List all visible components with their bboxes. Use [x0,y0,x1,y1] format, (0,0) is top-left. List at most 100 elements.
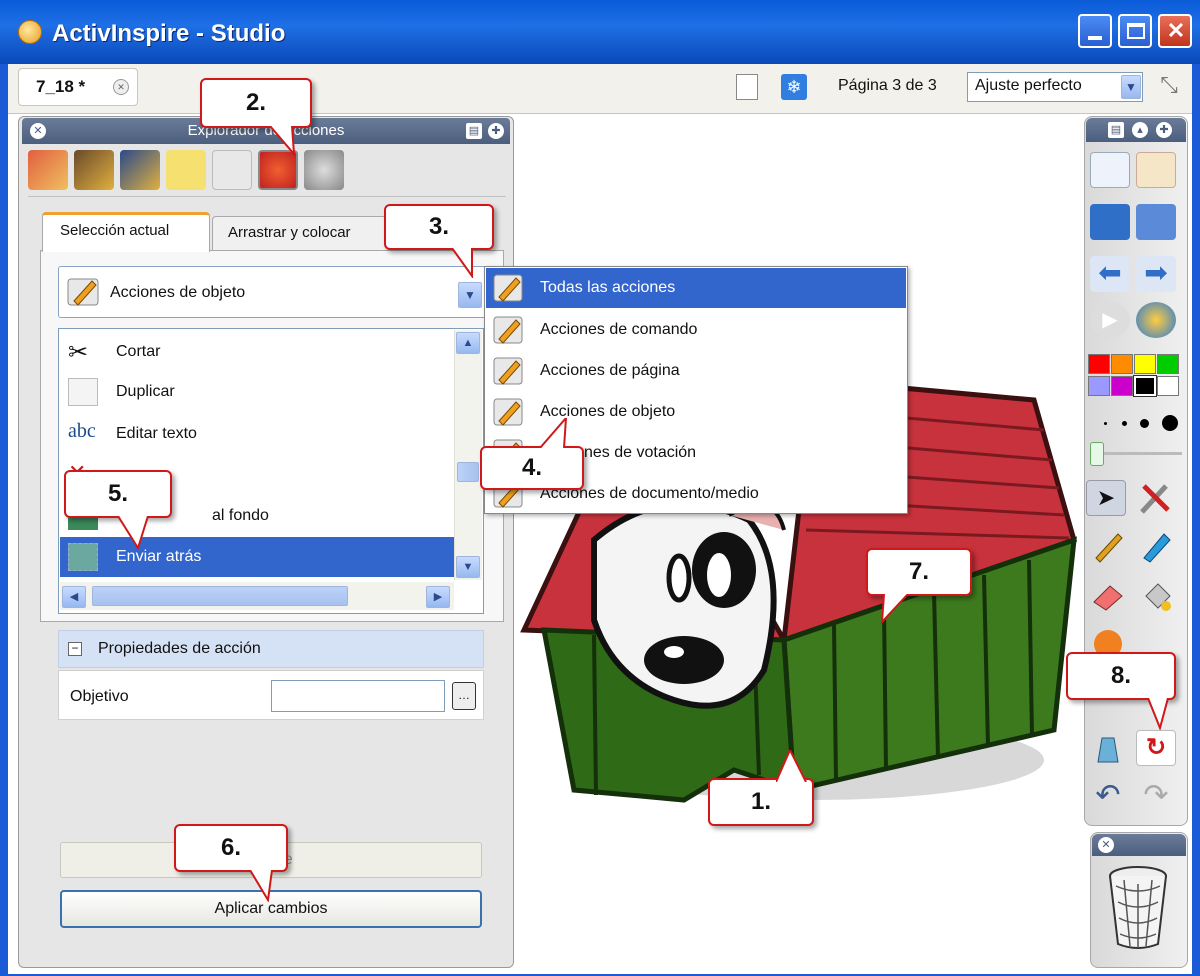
minimize-button[interactable] [1078,14,1112,48]
menu-icon[interactable]: ▤ [1108,122,1124,138]
page-browser-icon[interactable] [28,150,68,190]
callout-4: 4. [480,446,584,490]
highlighter-icon[interactable] [1136,528,1176,564]
browse-button[interactable]: … [452,682,476,710]
color-swatch[interactable] [1111,354,1133,374]
action-browser-icon[interactable] [258,150,298,190]
pen-width-presets[interactable] [1104,415,1184,431]
action-pencil-icon [493,274,523,302]
scroll-thumb[interactable] [457,462,479,482]
action-pencil-icon [493,398,523,426]
fullscreen-icon[interactable]: ⤡ [1152,72,1186,102]
list-item-label: Editar texto [116,425,197,442]
menu-item-page-actions[interactable]: Acciones de página [486,351,906,391]
notes-browser-icon[interactable] [166,150,206,190]
tools-wrench-icon[interactable] [1136,480,1176,516]
pin-icon[interactable]: ✚ [1156,122,1172,138]
duplicate-icon [68,378,98,406]
color-swatch-selected[interactable] [1133,375,1157,397]
fill-icon[interactable] [1136,578,1176,614]
callout-tail [1148,698,1169,730]
list-item-label: Cortar [116,343,161,360]
vertical-scrollbar[interactable] [454,330,482,580]
profile-icon[interactable] [1136,152,1176,188]
pen-width-slider[interactable] [1088,440,1184,468]
send-backward-icon [68,543,98,571]
scroll-up-button[interactable]: ▲ [456,332,480,354]
callout-tail [118,516,149,550]
color-swatch[interactable] [1157,354,1179,374]
arrow-left-icon[interactable]: ⬅ [1090,256,1130,292]
window-title: ActivInspire - Studio [52,20,286,47]
list-item[interactable]: Duplicar [60,372,454,412]
pin-icon[interactable]: ✚ [488,123,504,139]
color-swatch[interactable] [1134,354,1156,374]
close-button[interactable]: ✕ [1158,14,1192,48]
callout-3: 3. [384,204,494,250]
snowflake-icon[interactable]: ❄ [781,74,807,100]
callout-5: 5. [64,470,172,518]
close-icon[interactable]: ✕ [1098,837,1114,853]
menu-item-all-actions[interactable]: Todas las acciones [486,268,906,308]
callout-tail [540,418,568,448]
callout-6: 6. [174,824,288,872]
edit-text-icon: abc [68,420,96,442]
color-swatch[interactable] [1111,376,1133,396]
play-icon[interactable]: ▶ [1090,302,1130,338]
reset-page-icon[interactable]: ↻ [1136,730,1176,766]
action-category-value: Acciones de objeto [110,284,246,301]
scroll-down-button[interactable]: ▼ [456,556,480,578]
callout-tail [880,594,909,624]
list-item[interactable]: ✂ Cortar [60,332,454,372]
arrow-right-icon[interactable]: ➡ [1136,256,1176,292]
target-input[interactable] [271,680,445,712]
undo-icon[interactable]: ↶ [1088,778,1128,814]
list-item-label: al fondo [212,507,269,524]
page-notes-icon[interactable] [736,74,758,100]
eraser-icon[interactable] [1088,578,1128,614]
scroll-right-button[interactable]: ▶ [426,586,450,608]
close-tab-icon[interactable]: ✕ [113,79,129,95]
action-pencil-icon [493,316,523,344]
tab-label: Arrastrar y colocar [228,224,351,241]
chevron-down-icon[interactable]: ▼ [458,282,482,308]
browser-icon-strip [28,150,498,196]
collapse-icon[interactable]: − [68,642,82,656]
trash-icon[interactable] [1104,862,1172,952]
flipchart-icon[interactable] [1090,152,1130,188]
chevron-down-icon[interactable]: ▼ [1121,75,1141,99]
select-arrow-icon[interactable]: ➤ [1086,480,1126,516]
menu-item-label: Acciones de página [540,362,680,379]
callout-7: 7. [866,548,972,596]
scroll-left-button[interactable]: ◀ [62,586,86,608]
color-swatch[interactable] [1157,376,1179,396]
redo-icon[interactable]: ↷ [1136,778,1176,814]
refresh-icon[interactable] [1136,302,1176,338]
action-pencil-icon [67,278,99,306]
clear-icon[interactable] [1088,730,1128,766]
callout-tail [452,248,473,278]
object-browser-icon[interactable] [120,150,160,190]
voting-browser-icon[interactable] [304,150,344,190]
color-swatch[interactable] [1088,354,1110,374]
scissors-icon: ✂ [68,339,89,366]
menu-icon[interactable]: ▤ [466,123,482,139]
minimize-icon[interactable]: ▴ [1132,122,1148,138]
pen-icon[interactable] [1088,528,1128,564]
action-pencil-icon [493,357,523,385]
zoom-value: Ajuste perfecto [975,77,1082,94]
document-tab-label: 7_18 * [36,77,86,96]
callout-tail [776,750,807,782]
maximize-button[interactable] [1118,14,1152,48]
property-browser-icon[interactable] [212,150,252,190]
callout-1: 1. [708,778,814,826]
list-item[interactable]: abc Editar texto [60,414,454,454]
scroll-thumb[interactable] [92,586,348,606]
callout-8: 8. [1066,652,1176,700]
tools-icon[interactable] [1136,204,1176,240]
pen-script-icon[interactable] [1090,204,1130,240]
menu-item-command-actions[interactable]: Acciones de comando [486,310,906,350]
color-swatch[interactable] [1088,376,1110,396]
callout-2: 2. [200,78,312,128]
resource-browser-icon[interactable] [74,150,114,190]
